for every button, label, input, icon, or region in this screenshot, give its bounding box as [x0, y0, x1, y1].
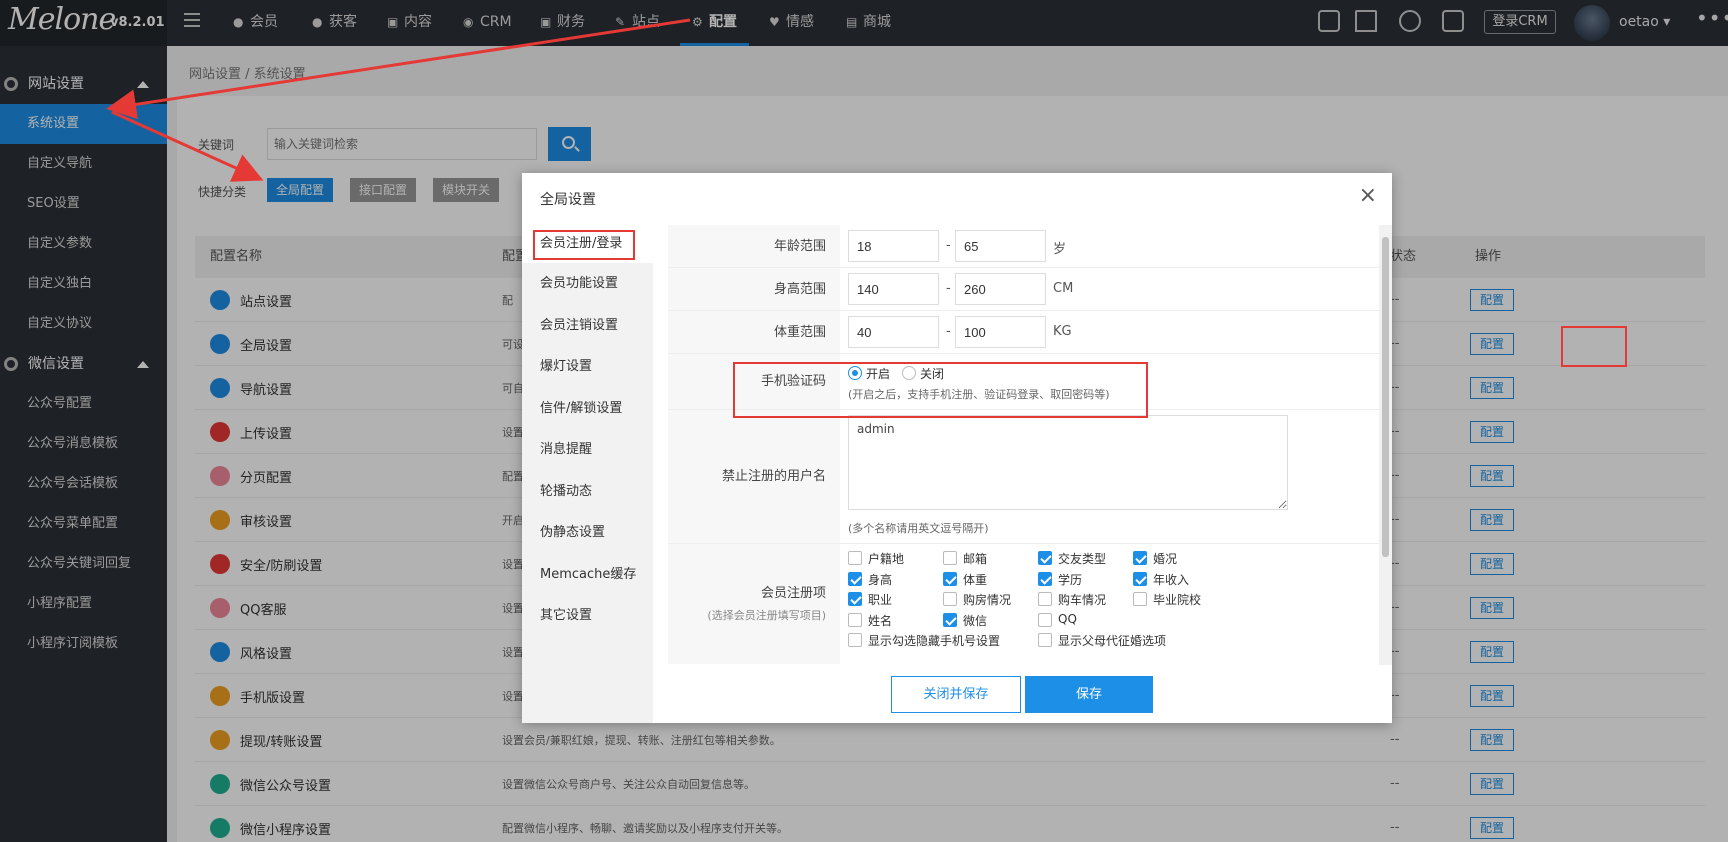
reg-item-checkbox[interactable]	[943, 592, 957, 606]
global-settings-dialog: 全局设置 × 会员注册/登录 会员功能设置 会员注销设置 爆灯设置 信件/解锁设置 消息提…	[522, 173, 1392, 723]
reg-item-checkbox[interactable]	[1038, 551, 1052, 565]
weight-max-input[interactable]	[955, 316, 1046, 348]
age-unit: 岁	[1053, 242, 1067, 257]
reg-items-sublabel: (选择会员注册填写项目)	[707, 609, 826, 622]
banned-names-label: 禁止注册的用户名	[668, 410, 840, 543]
highlight-config-button-annotation	[1561, 326, 1627, 367]
reg-item-checkbox[interactable]	[1038, 612, 1052, 627]
dialog-scrollbar[interactable]	[1379, 225, 1392, 665]
dialog-tab[interactable]: 其它设置	[522, 595, 653, 637]
reg-item-checkbox[interactable]	[848, 612, 862, 627]
reg-extra-label: 显示父母代征婚选项	[1058, 634, 1167, 648]
reg-extra-checkbox[interactable]	[848, 633, 862, 647]
weight-range-row: 体重范围 - KG	[668, 311, 1379, 354]
reg-item-label: 购车情况	[1058, 593, 1107, 607]
age-range-label: 年龄范围	[668, 225, 840, 267]
dialog-tab[interactable]: 会员功能设置	[522, 263, 653, 305]
close-icon[interactable]: ×	[1359, 185, 1377, 207]
dialog-tab[interactable]: Memcache缓存	[522, 554, 653, 596]
reg-item-label: 微信	[963, 613, 988, 628]
height-min-input[interactable]	[848, 273, 939, 305]
reg-item-label: 婚况	[1153, 552, 1178, 566]
dialog-tab[interactable]: 消息提醒	[522, 429, 653, 471]
scrollbar-thumb[interactable]	[1382, 237, 1389, 557]
dialog-tab[interactable]: 爆灯设置	[522, 346, 653, 388]
height-range-row: 身高范围 - CM	[668, 268, 1379, 311]
reg-item-label: 身高	[868, 572, 893, 587]
age-min-input[interactable]	[848, 230, 939, 262]
dialog-tabs: 会员注册/登录 会员功能设置 会员注销设置 爆灯设置 信件/解锁设置 消息提醒 轮播动态 伪静…	[522, 225, 653, 723]
banned-names-row: 禁止注册的用户名 (多个名称请用英文逗号隔开)	[668, 410, 1379, 544]
highlight-tab-annotation	[533, 230, 635, 260]
dialog-title: 全局设置	[540, 192, 596, 208]
banned-names-textarea[interactable]	[848, 415, 1288, 510]
dialog-tab[interactable]: 信件/解锁设置	[522, 388, 653, 430]
reg-item-checkbox[interactable]	[1133, 592, 1147, 606]
reg-item-checkbox[interactable]	[1038, 592, 1052, 606]
dialog-form: 年龄范围 - 岁 身高范围 - CM 体重范围 - KG 手机验证码 开启 关闭…	[668, 225, 1379, 665]
reg-items-label: 会员注册项	[760, 586, 826, 601]
reg-item-label: 年收入	[1153, 572, 1190, 587]
weight-range-label: 体重范围	[668, 311, 840, 353]
reg-item-label: 户籍地	[868, 552, 905, 566]
reg-item-label: 职业	[868, 593, 893, 607]
reg-item-label: 姓名	[868, 613, 893, 628]
height-range-label: 身高范围	[668, 268, 840, 310]
reg-item-checkbox[interactable]	[848, 592, 862, 606]
dialog-tab[interactable]: 轮播动态	[522, 471, 653, 513]
reg-extra-label: 显示勾选隐藏手机号设置	[868, 634, 1001, 648]
reg-items-row: 会员注册项 (选择会员注册填写项目) 户籍地 邮箱 交友类型 婚况身高 体重 学历 年收入职…	[668, 544, 1379, 664]
age-max-input[interactable]	[955, 230, 1046, 262]
reg-item-label: QQ	[1058, 611, 1077, 626]
reg-item-checkbox[interactable]	[943, 551, 957, 565]
reg-items-label-box: 会员注册项 (选择会员注册填写项目)	[668, 544, 840, 664]
weight-unit: KG	[1053, 324, 1072, 339]
weight-min-input[interactable]	[848, 316, 939, 348]
height-max-input[interactable]	[955, 273, 1046, 305]
reg-item-label: 学历	[1058, 572, 1083, 587]
reg-item-label: 邮箱	[963, 552, 988, 566]
reg-item-label: 购房情况	[963, 593, 1012, 607]
reg-item-checkbox[interactable]	[1133, 571, 1147, 586]
reg-item-checkbox[interactable]	[848, 571, 862, 586]
reg-item-checkbox[interactable]	[1038, 571, 1052, 586]
dialog-tab[interactable]: 伪静态设置	[522, 512, 653, 554]
age-range-row: 年龄范围 - 岁	[668, 225, 1379, 268]
close-and-save-button[interactable]: 关闭并保存	[891, 676, 1021, 713]
reg-item-label: 体重	[963, 572, 988, 587]
reg-item-label: 毕业院校	[1153, 593, 1202, 607]
reg-item-checkbox[interactable]	[943, 612, 957, 627]
reg-item-checkbox[interactable]	[848, 551, 862, 565]
save-button[interactable]: 保存	[1025, 676, 1153, 713]
dialog-tab[interactable]: 会员注销设置	[522, 305, 653, 347]
highlight-sms-annotation	[733, 362, 1148, 418]
banned-names-hint: (多个名称请用英文逗号隔开)	[848, 522, 989, 535]
reg-item-label: 交友类型	[1058, 552, 1107, 566]
reg-item-checkbox[interactable]	[1133, 551, 1147, 565]
reg-item-checkbox[interactable]	[943, 571, 957, 586]
height-unit: CM	[1053, 281, 1074, 296]
reg-extra-checkbox[interactable]	[1038, 633, 1052, 647]
